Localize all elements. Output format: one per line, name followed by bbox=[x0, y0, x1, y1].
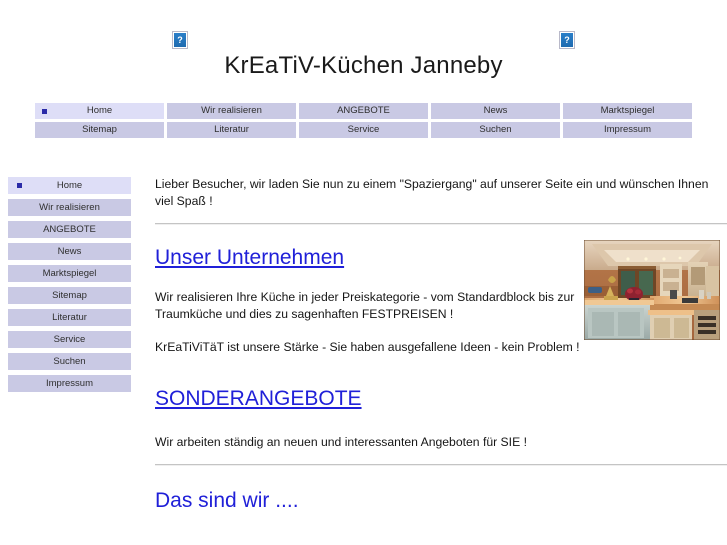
topnav-item-label: Sitemap bbox=[82, 124, 117, 135]
intro-paragraph: Lieber Besucher, wir laden Sie nun zu ei… bbox=[155, 177, 709, 208]
sidebar-item-sitemap[interactable]: Sitemap bbox=[8, 287, 131, 304]
sidebar-item-news[interactable]: News bbox=[8, 243, 131, 260]
sidebar-item-suchen[interactable]: Suchen bbox=[8, 353, 131, 370]
topnav-item-label: Literatur bbox=[214, 124, 249, 135]
page-title: KrEaTiV-Küchen Janneby bbox=[224, 52, 503, 79]
divider-1 bbox=[155, 223, 727, 225]
topnav-item-impressum[interactable]: Impressum bbox=[563, 122, 692, 138]
topnav-item-literatur[interactable]: Literatur bbox=[167, 122, 296, 138]
sidebar-item-label: Impressum bbox=[46, 378, 93, 389]
main-content: Lieber Besucher, wir laden Sie nun zu ei… bbox=[155, 176, 727, 514]
sidebar-item-home[interactable]: Home bbox=[8, 177, 131, 194]
topnav-item-label: News bbox=[483, 105, 508, 116]
topnav-item-label: Marktspiegel bbox=[600, 105, 655, 116]
kitchen-interior-photo bbox=[584, 240, 720, 340]
section-das-sind-wir: Das sind wir .... bbox=[155, 488, 727, 514]
broken-image-placeholder-left: ? bbox=[172, 31, 188, 49]
topnav-item-label: Service bbox=[347, 124, 380, 135]
sidebar-item-label: Home bbox=[56, 180, 83, 191]
topnav-item-label: Suchen bbox=[479, 124, 512, 135]
topnav-item-suchen[interactable]: Suchen bbox=[431, 122, 560, 138]
sidebar-item-label: Marktspiegel bbox=[42, 268, 97, 279]
active-bullet-icon bbox=[17, 183, 22, 188]
top-navigation-row-2: Sitemap Literatur Service Suchen Impress… bbox=[35, 122, 692, 138]
topnav-item-label: Wir realisieren bbox=[201, 105, 262, 116]
sidebar-item-label: News bbox=[57, 246, 82, 257]
sidebar-item-impressum[interactable]: Impressum bbox=[8, 375, 131, 392]
sidebar-item-label: Service bbox=[53, 334, 86, 345]
top-navigation-row-1: Home Wir realisieren ANGEBOTE News Markt… bbox=[35, 103, 692, 119]
sidebar-item-label: Sitemap bbox=[52, 290, 87, 301]
heading-unser-unternehmen[interactable]: Unser Unternehmen bbox=[155, 245, 344, 271]
sidebar-item-literatur[interactable]: Literatur bbox=[8, 309, 131, 326]
topnav-item-wir-realisieren[interactable]: Wir realisieren bbox=[167, 103, 296, 119]
sidebar-item-label: Literatur bbox=[52, 312, 87, 323]
topnav-item-angebote[interactable]: ANGEBOTE bbox=[299, 103, 428, 119]
sidebar-item-label: Wir realisieren bbox=[39, 202, 100, 213]
sidebar-item-label: ANGEBOTE bbox=[43, 224, 96, 235]
paragraph-kreativitaet: KrEaTiViTäT ist unsere Stärke - Sie habe… bbox=[155, 340, 580, 354]
broken-image-glyph-icon: ? bbox=[561, 33, 573, 47]
topnav-item-label: Impressum bbox=[604, 124, 651, 135]
sidebar-item-label: Suchen bbox=[53, 356, 86, 367]
sidebar-item-wir-realisieren[interactable]: Wir realisieren bbox=[8, 199, 131, 216]
heading-das-sind-wir: Das sind wir .... bbox=[155, 489, 299, 512]
topnav-item-service[interactable]: Service bbox=[299, 122, 428, 138]
sidebar-item-marktspiegel[interactable]: Marktspiegel bbox=[8, 265, 131, 282]
topnav-item-home[interactable]: Home bbox=[35, 103, 164, 119]
sidebar-item-angebote[interactable]: ANGEBOTE bbox=[8, 221, 131, 238]
paragraph-preiskategorie: Wir realisieren Ihre Küche in jeder Prei… bbox=[155, 290, 575, 321]
topnav-item-sitemap[interactable]: Sitemap bbox=[35, 122, 164, 138]
active-bullet-icon bbox=[42, 109, 47, 114]
broken-image-placeholder-right: ? bbox=[559, 31, 575, 49]
topnav-item-news[interactable]: News bbox=[431, 103, 560, 119]
topnav-item-label: ANGEBOTE bbox=[337, 105, 390, 116]
paragraph-angebote: Wir arbeiten ständig an neuen und intere… bbox=[155, 435, 527, 449]
sidebar-navigation: Home Wir realisieren ANGEBOTE News Markt… bbox=[8, 177, 131, 397]
page-header: ? ? KrEaTiV-Küchen Janneby bbox=[0, 0, 727, 96]
topnav-item-label: Home bbox=[86, 105, 113, 116]
top-navigation: Home Wir realisieren ANGEBOTE News Markt… bbox=[35, 103, 692, 141]
sidebar-item-service[interactable]: Service bbox=[8, 331, 131, 348]
divider-2 bbox=[155, 464, 727, 466]
kitchen-photo-graphic bbox=[584, 240, 720, 340]
broken-image-glyph-icon: ? bbox=[174, 33, 186, 47]
heading-sonderangebote[interactable]: SONDERANGEBOTE bbox=[155, 386, 362, 412]
section-sonderangebote: SONDERANGEBOTE bbox=[155, 386, 727, 412]
topnav-item-marktspiegel[interactable]: Marktspiegel bbox=[563, 103, 692, 119]
